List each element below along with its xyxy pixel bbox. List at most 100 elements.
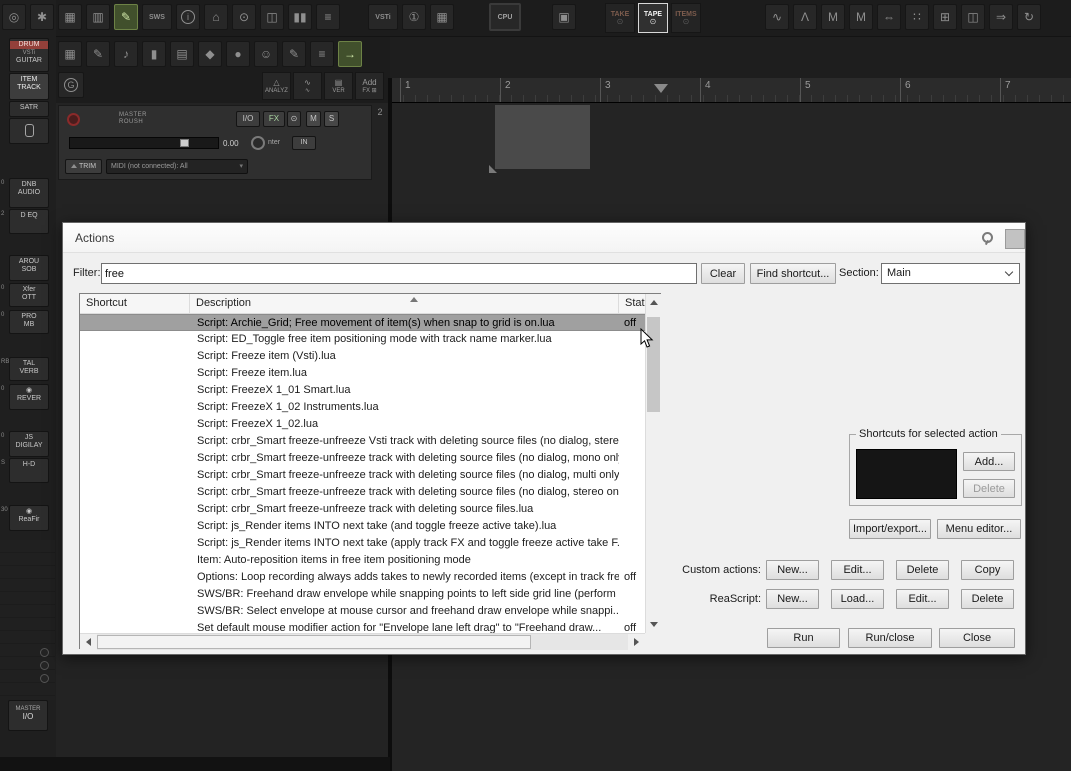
pin-icon[interactable]: [981, 232, 993, 245]
sidebar-button[interactable]: PRO MB: [9, 310, 49, 334]
sidebar-item-hd[interactable]: S H-D: [0, 458, 56, 483]
knob-icon[interactable]: [40, 648, 49, 657]
dialog-titlebar[interactable]: Actions: [63, 223, 1025, 253]
sidebar-item-arou-sob[interactable]: AROU SOB: [0, 255, 56, 281]
action-row[interactable]: Script: crbr_Smart freeze-unfreeze track…: [80, 501, 645, 518]
sidebar-item-reafir[interactable]: 30 ◉ ReaFir: [0, 505, 56, 531]
delete-shortcut-button[interactable]: Delete: [963, 479, 1015, 498]
add-fx-button[interactable]: Add FX ⊞: [355, 72, 384, 100]
sidebar-item-rever[interactable]: 0 ◉ REVER: [0, 384, 56, 410]
save-project-icon[interactable]: ▦: [58, 4, 82, 30]
trash-icon[interactable]: ▥: [86, 4, 110, 30]
render-icon[interactable]: ⇒: [989, 4, 1013, 30]
action-row[interactable]: Item: Auto-reposition items in free item…: [80, 552, 645, 569]
refresh-icon[interactable]: ↻: [1017, 4, 1041, 30]
io-button[interactable]: I/O: [236, 111, 260, 127]
sws-icon[interactable]: SWS: [142, 4, 172, 30]
menu-editor-button[interactable]: Menu editor...: [937, 519, 1021, 539]
filter-input[interactable]: [101, 263, 697, 284]
sidebar-button[interactable]: ◉ REVER: [9, 384, 49, 410]
fx-bypass-icon[interactable]: ⊙: [287, 111, 301, 127]
knob-icon[interactable]: [40, 674, 49, 683]
microphone-icon[interactable]: ●: [226, 41, 250, 67]
freehand-icon[interactable]: ∿ ∿: [293, 72, 322, 100]
piano-roll-icon[interactable]: ▮: [142, 41, 166, 67]
knob-icon[interactable]: [40, 661, 49, 670]
edit-cursor-marker[interactable]: [654, 84, 668, 93]
action-row[interactable]: Script: FreezeX 1_02.lua: [80, 416, 645, 433]
close-button[interactable]: Close: [939, 628, 1015, 648]
scroll-down-button[interactable]: [646, 616, 661, 633]
home-icon[interactable]: ⌂: [204, 4, 228, 30]
monitor-icon[interactable]: ▣: [552, 4, 576, 30]
trim-button[interactable]: TRIM: [65, 159, 102, 174]
info-icon[interactable]: i: [176, 4, 200, 30]
record-arm-icon[interactable]: [67, 113, 80, 126]
reascript-new-button[interactable]: New...: [766, 589, 819, 609]
fx-button[interactable]: FX: [263, 111, 285, 127]
draw-icon[interactable]: ✎: [282, 41, 306, 67]
settings-gear-icon[interactable]: ✱: [30, 4, 54, 30]
sidebar-item-item-track[interactable]: ITEM TRACK: [0, 73, 56, 100]
sidebar-item-tal-verb[interactable]: RB TAL VERB: [0, 357, 56, 381]
add-shortcut-button[interactable]: Add...: [963, 452, 1015, 471]
vocalist-icon[interactable]: ☺: [254, 41, 278, 67]
sidebar-button[interactable]: TAL VERB: [9, 357, 49, 381]
pan-knob[interactable]: [251, 136, 265, 150]
grid-icon[interactable]: ▦: [430, 4, 454, 30]
action-row[interactable]: Script: crbr_Smart freeze-unfreeze track…: [80, 467, 645, 484]
take-mode-button[interactable]: TAKE ⊙: [605, 3, 635, 33]
sidebar-item-deq[interactable]: 2 D EQ: [0, 209, 56, 234]
action-row[interactable]: Options: Loop recording always adds take…: [80, 569, 645, 586]
column-description[interactable]: Description: [190, 294, 619, 314]
shortcut-listbox[interactable]: [856, 449, 957, 499]
grid-dots-icon[interactable]: ∷: [905, 4, 929, 30]
volume-fader[interactable]: [69, 137, 219, 149]
reascript-load-button[interactable]: Load...: [831, 589, 884, 609]
horizontal-scrollbar-thumb[interactable]: [97, 635, 531, 649]
action-row[interactable]: Script: js_Render items INTO next take (…: [80, 535, 645, 552]
action-row[interactable]: SWS/BR: Freehand draw envelope while sna…: [80, 586, 645, 603]
media-explorer-icon[interactable]: ◎: [2, 4, 26, 30]
fader-icon[interactable]: ≡: [310, 41, 334, 67]
solo-button[interactable]: S: [324, 111, 339, 127]
horizontal-scrollbar[interactable]: [80, 633, 645, 650]
sidebar-button[interactable]: AROU SOB: [9, 255, 49, 281]
midi-input-dropdown[interactable]: MIDI (not connected): All ▾: [106, 159, 248, 174]
sidebar-button[interactable]: D EQ: [9, 209, 49, 234]
custom-copy-button[interactable]: Copy: [961, 560, 1014, 580]
scroll-right-button[interactable]: [628, 634, 645, 650]
pencil-tool-icon[interactable]: ✎: [114, 4, 138, 30]
sidebar-item-master-io[interactable]: MASTER I/O: [8, 700, 48, 731]
sidebar-button[interactable]: DNB AUDIO: [9, 178, 49, 208]
sidebar-item-satr[interactable]: SATR: [0, 101, 56, 117]
custom-delete-button[interactable]: Delete: [896, 560, 949, 580]
meters-icon[interactable]: ▮▮: [288, 4, 312, 30]
sidebar-button[interactable]: DRUM VSTi GUITAR: [9, 38, 49, 72]
sidebar-button[interactable]: ITEM TRACK: [9, 73, 49, 100]
column-state[interactable]: Stat: [619, 294, 645, 314]
find-shortcut-button[interactable]: Find shortcut...: [750, 263, 836, 284]
sidebar-button[interactable]: [9, 118, 49, 144]
items-mode-button[interactable]: ITEMS ⊙: [671, 3, 701, 33]
clear-button[interactable]: Clear: [701, 263, 745, 284]
action-row[interactable]: Script: crbr_Smart freeze-unfreeze Vsti …: [80, 433, 645, 450]
vsti-dropdown[interactable]: VSTi: [368, 4, 398, 30]
envelope-icon[interactable]: Λ: [793, 4, 817, 30]
action-row[interactable]: Script: Archie_Grid; Free movement of it…: [80, 314, 645, 331]
action-row[interactable]: Set default mouse modifier action for "E…: [80, 620, 645, 633]
timeline-ruler[interactable]: 1234567: [392, 78, 1071, 103]
sidebar-item-mic[interactable]: [0, 118, 56, 144]
reascript-edit-button[interactable]: Edit...: [896, 589, 949, 609]
tape-mode-button[interactable]: TAPE ⊙: [638, 3, 668, 33]
column-shortcut[interactable]: Shortcut: [80, 294, 190, 314]
sidebar-item-ott[interactable]: 0 Xfer OTT: [0, 283, 56, 307]
action-row[interactable]: Script: FreezeX 1_01 Smart.lua: [80, 382, 645, 399]
scroll-left-button[interactable]: [80, 634, 97, 650]
sidebar-button[interactable]: H-D: [9, 458, 49, 483]
fader-thumb[interactable]: [180, 139, 189, 147]
sidebar-button[interactable]: Xfer OTT: [9, 283, 49, 307]
marker-b-icon[interactable]: M: [849, 4, 873, 30]
sidebar-item-js-digilay[interactable]: 0 JS DIGILAY: [0, 431, 56, 457]
action-row[interactable]: SWS/BR: Select envelope at mouse cursor …: [80, 603, 645, 620]
